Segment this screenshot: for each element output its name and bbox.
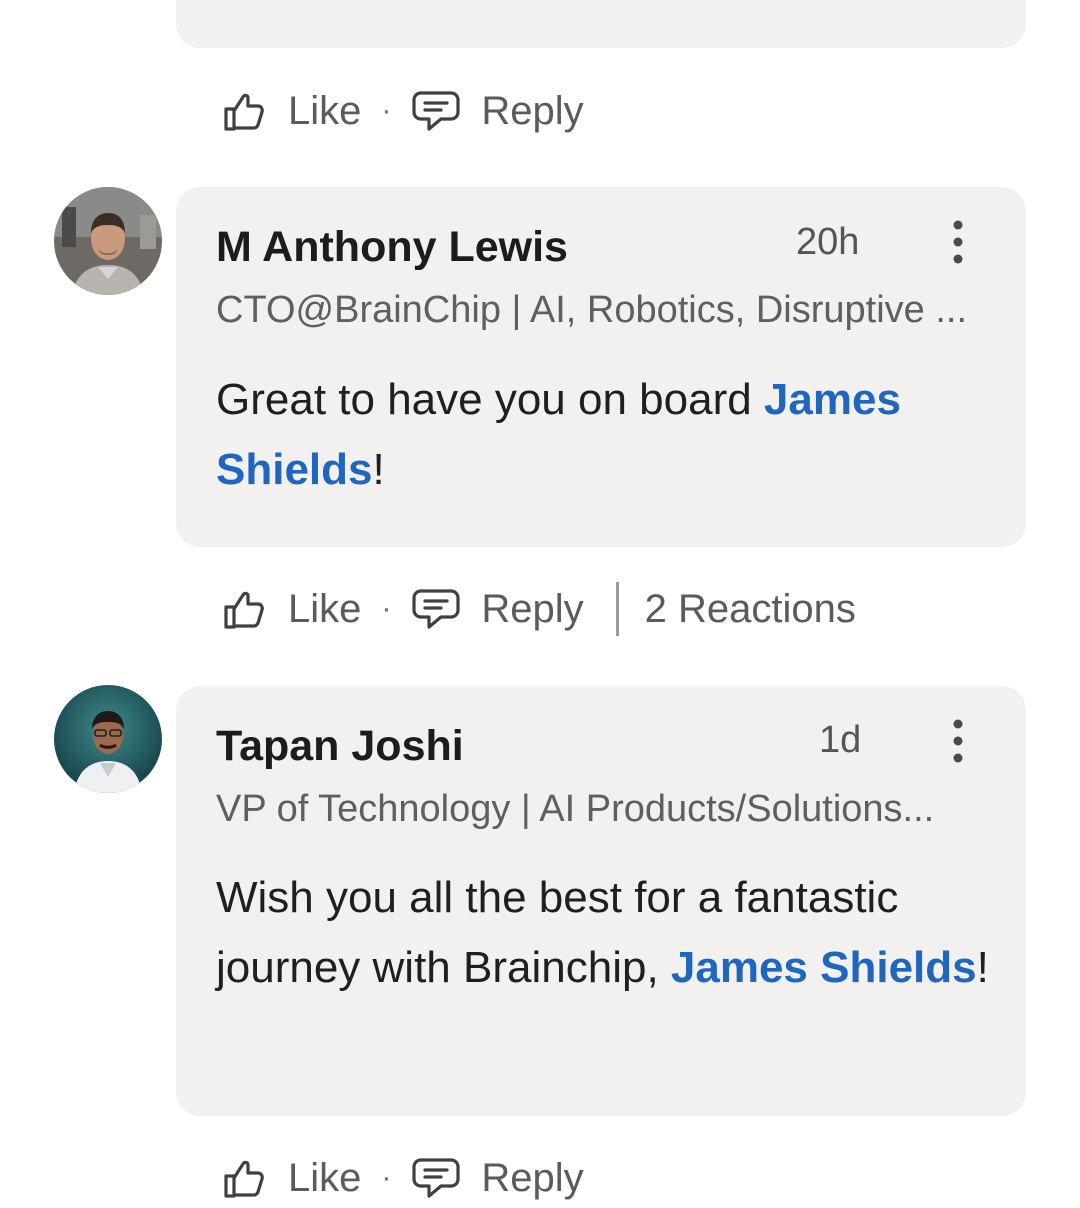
comment-text-body: Great to have you on board: [216, 375, 764, 424]
comment-text-end: !: [976, 943, 989, 992]
more-vertical-icon[interactable]: [948, 217, 968, 267]
profile-photo-m-anthony-lewis: [54, 187, 162, 295]
reply-label: Reply: [481, 586, 584, 631]
separator-dot: ·: [381, 94, 392, 127]
mention-link[interactable]: James Shields: [671, 943, 977, 992]
speech-bubble-icon: [412, 91, 460, 131]
author-name[interactable]: M Anthony Lewis: [216, 223, 568, 272]
more-vertical-icon[interactable]: [948, 716, 968, 766]
previous-comment-actions: Like · Reply: [220, 81, 584, 141]
timestamp: 20h: [796, 221, 860, 263]
author-headline: VP of Technology | AI Products/Solutions…: [216, 788, 935, 830]
reply-button[interactable]: Reply: [411, 585, 584, 633]
thumbs-up-icon: [224, 1160, 264, 1198]
comment-bubble: Tapan Joshi 1d VP of Technology | AI Pro…: [176, 686, 1026, 1116]
timestamp: 1d: [819, 719, 862, 761]
comment-actions: Like · Reply: [220, 1148, 584, 1208]
thumbs-up-icon: [224, 591, 264, 629]
separator-dot: ·: [381, 592, 392, 625]
speech-bubble-icon: [412, 589, 460, 629]
comment-text-end: !: [372, 445, 385, 494]
like-label: Like: [288, 88, 362, 133]
like-label: Like: [288, 586, 362, 631]
comment-bubble: M Anthony Lewis 20h CTO@BrainChip | AI, …: [176, 187, 1026, 547]
separator-dot: ·: [381, 1161, 392, 1194]
author-name[interactable]: Tapan Joshi: [216, 722, 464, 771]
comment-text: Great to have you on board James Shields…: [216, 365, 1006, 505]
profile-photo-tapan-joshi: [54, 685, 162, 793]
author-headline: CTO@BrainChip | AI, Robotics, Disruptive…: [216, 289, 968, 331]
like-label: Like: [288, 1155, 362, 1200]
reactions-count[interactable]: 2 Reactions: [645, 587, 856, 632]
divider: [615, 582, 619, 636]
comment-text: Wish you all the best for a fantastic jo…: [216, 863, 1006, 1003]
previous-comment-bubble: [176, 0, 1026, 48]
comment-actions: Like · Reply 2 Reactions: [220, 579, 856, 639]
like-button[interactable]: Like: [220, 585, 361, 633]
reply-label: Reply: [481, 88, 584, 133]
speech-bubble-icon: [412, 1158, 460, 1198]
thumbs-up-icon: [224, 93, 264, 131]
avatar[interactable]: [54, 685, 162, 793]
reply-button[interactable]: Reply: [411, 1154, 584, 1202]
avatar[interactable]: [54, 187, 162, 295]
like-button[interactable]: Like: [220, 87, 361, 135]
like-button[interactable]: Like: [220, 1154, 361, 1202]
reply-label: Reply: [481, 1155, 584, 1200]
reply-button[interactable]: Reply: [411, 87, 584, 135]
